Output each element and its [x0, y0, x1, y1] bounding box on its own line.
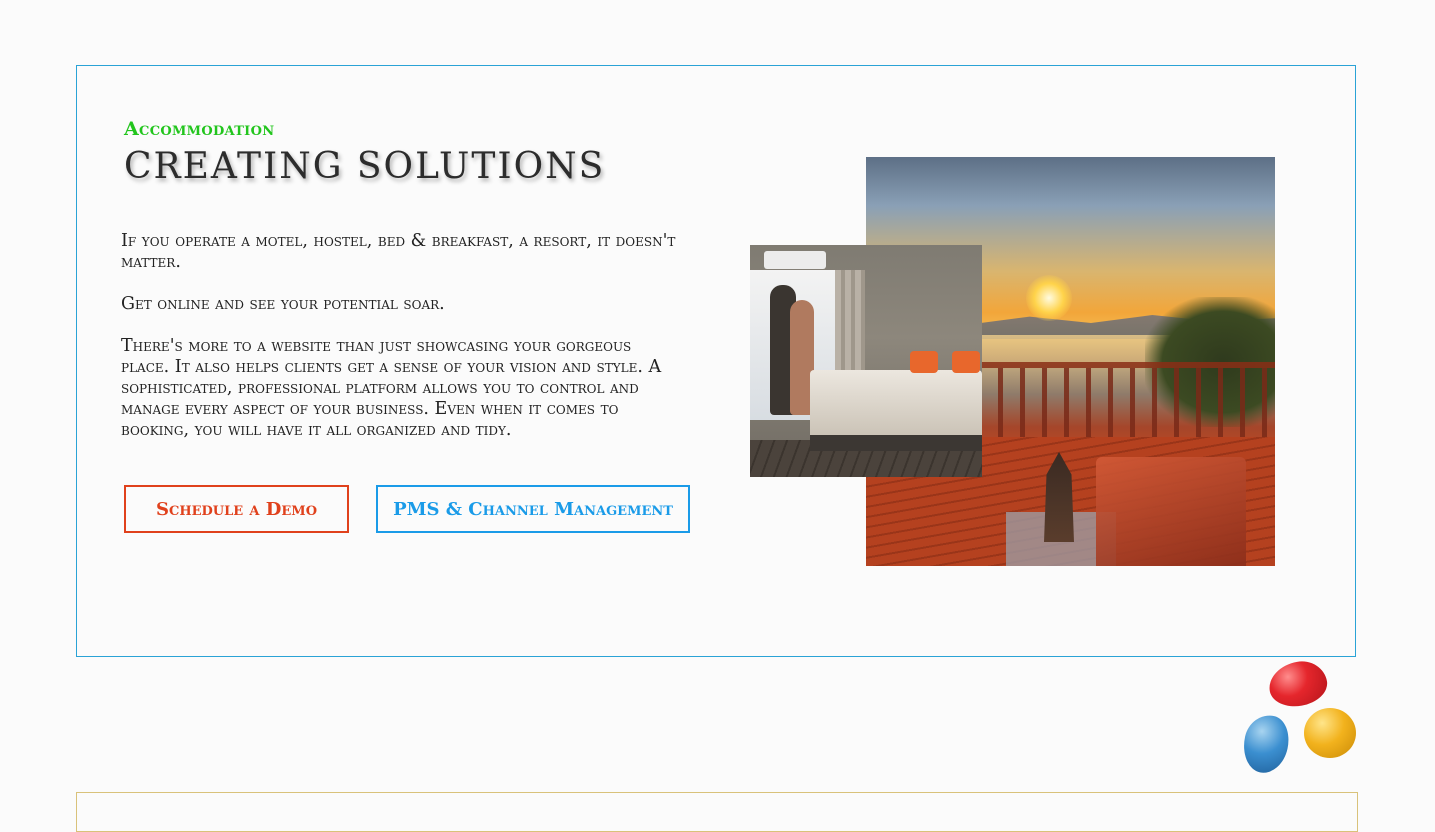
pillow-shape — [952, 351, 980, 373]
accommodation-section: Accommodation CREATING SOLUTIONS If you … — [76, 65, 1356, 657]
blue-blob-icon — [1238, 711, 1294, 777]
next-section-panel — [76, 792, 1358, 832]
pms-channel-management-button[interactable]: PMS & Channel Management — [376, 485, 690, 533]
air-conditioner-shape — [764, 251, 826, 269]
red-blob-icon — [1265, 657, 1331, 711]
chair-shape — [1096, 457, 1246, 566]
yellow-blob-icon — [1304, 708, 1356, 758]
colored-blobs-logo[interactable] — [1238, 657, 1360, 777]
schedule-demo-button[interactable]: Schedule a Demo — [124, 485, 349, 533]
bed-shape — [810, 370, 982, 440]
description-paragraph: There's more to a website than just show… — [121, 336, 662, 440]
intro-paragraph: If you operate a motel, hostel, bed & br… — [121, 231, 676, 272]
hotel-room-photo — [750, 245, 982, 477]
pillow-shape — [910, 351, 938, 373]
section-title: CREATING SOLUTIONS — [124, 146, 606, 187]
tagline-paragraph: Get online and see your potential soar. — [121, 294, 445, 314]
section-eyebrow: Accommodation — [124, 118, 275, 140]
sun-shape — [1026, 275, 1072, 321]
bed-base-shape — [810, 435, 982, 451]
